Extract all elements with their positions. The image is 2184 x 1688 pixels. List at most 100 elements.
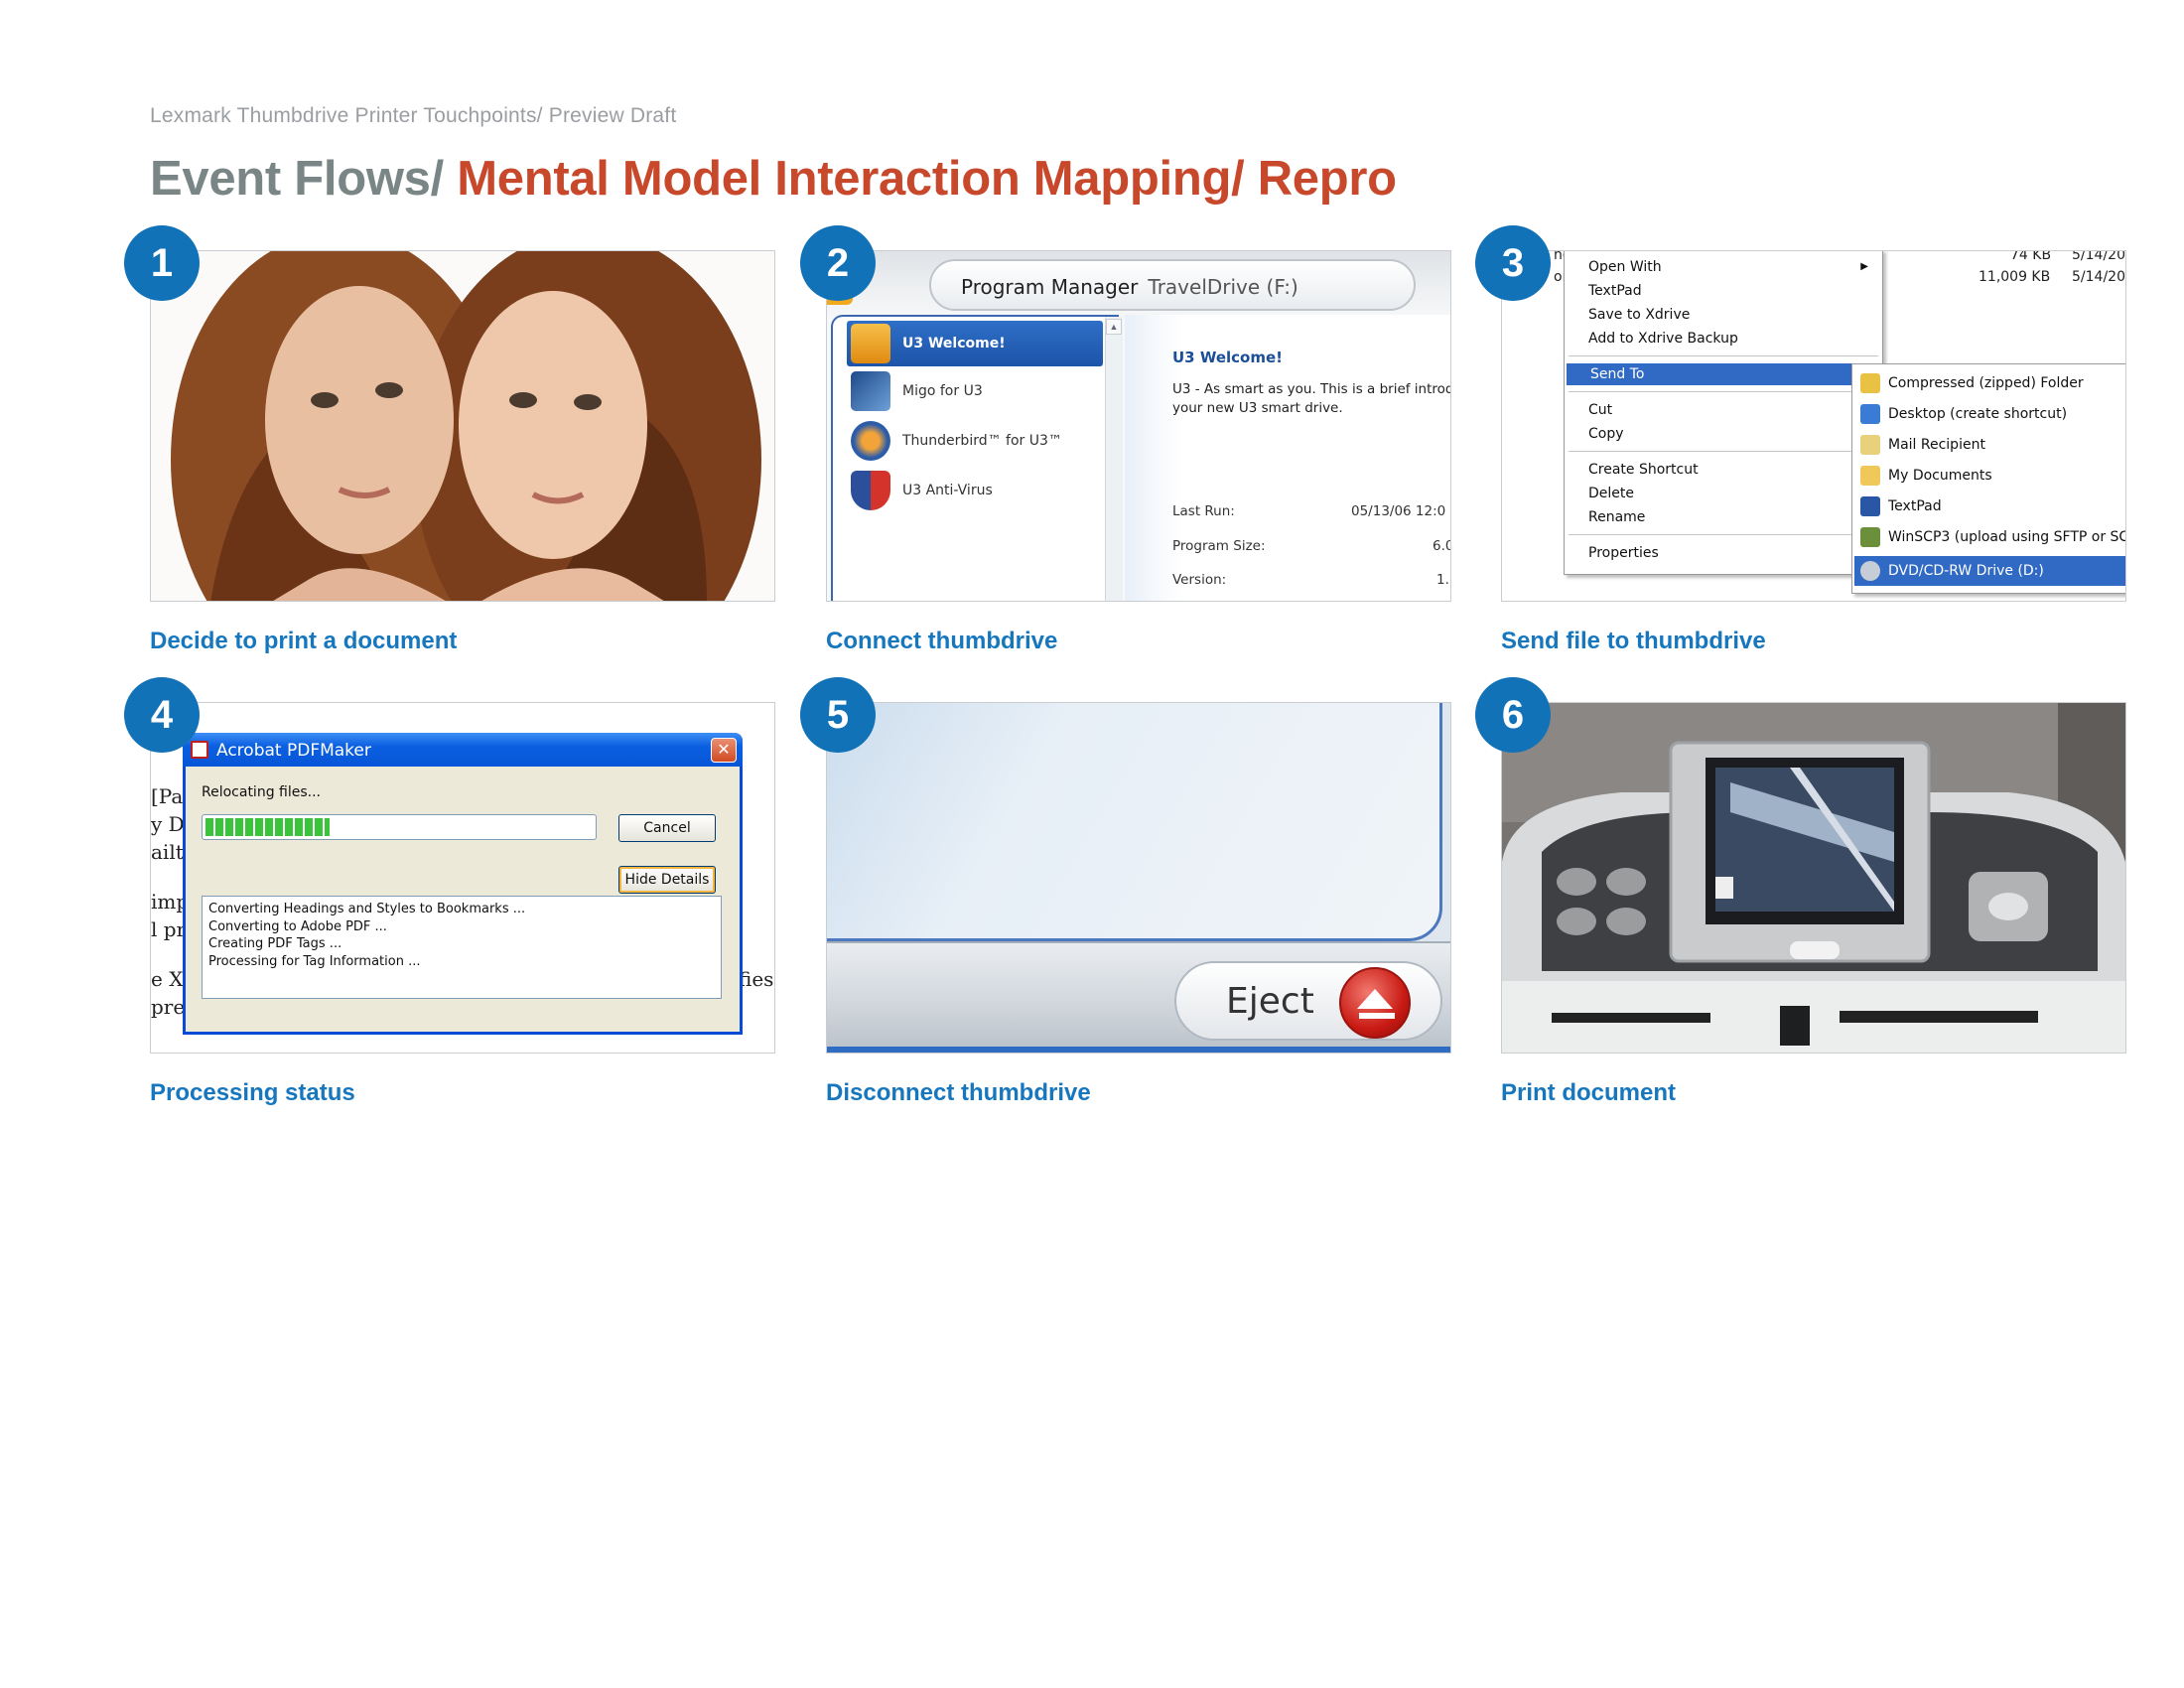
file-date: 5/14/200 (2072, 250, 2125, 263)
shield-icon (851, 471, 890, 510)
log-line: Converting to Adobe PDF ... (208, 918, 387, 934)
program-size-label: Program Size: (1172, 538, 1266, 554)
background-text: e X (151, 967, 184, 991)
menu-separator (1569, 391, 1878, 392)
progress-bar (202, 814, 597, 840)
menu-delete[interactable]: Delete (1565, 483, 1882, 504)
last-run-row: Last Run: 05/13/06 12:0 (1172, 503, 1445, 519)
dialog-titlebar[interactable]: Acrobat PDFMaker ✕ (183, 733, 743, 767)
eject-label: Eject (1226, 981, 1314, 1022)
program-size-row: Program Size: 6.0 (1172, 538, 1450, 554)
program-manager-label: Program Manager (961, 275, 1139, 299)
u3-detail-pane: U3 Welcome! U3 - As smart as you. This i… (1125, 315, 1451, 601)
step-2-badge: 2 (800, 225, 876, 301)
send-to-mail[interactable]: Mail Recipient (1854, 430, 2125, 460)
step-1-caption: Decide to print a document (150, 628, 458, 654)
u3-app-label: U3 Anti-Virus (902, 483, 993, 498)
step-4-caption: Processing status (150, 1079, 355, 1106)
send-to-textpad[interactable]: TextPad (1854, 492, 2125, 521)
u3-app-welcome[interactable]: U3 Welcome! (847, 321, 1103, 366)
send-to-desktop[interactable]: Desktop (create shortcut) (1854, 399, 2125, 429)
context-menu: Open With ▶ TextPad Save to Xdrive Add to… (1564, 251, 1883, 575)
winscp-icon (1860, 527, 1880, 547)
send-to-submenu: Compressed (zipped) Folder Desktop (crea… (1851, 363, 2125, 594)
send-to-zip[interactable]: Compressed (zipped) Folder (1854, 368, 2125, 398)
menu-copy[interactable]: Copy (1565, 423, 1882, 445)
step-4-acrobat-dialog: [Pat y D ailt imp l pre e X pres fies Ac… (150, 702, 775, 1054)
menu-separator (1569, 534, 1878, 535)
acrobat-icon (191, 741, 208, 759)
last-run-value: 05/13/06 12:0 (1351, 503, 1446, 519)
program-manager-bar[interactable]: Program Manager TravelDrive (F:) (929, 259, 1416, 311)
u3-icon (851, 324, 890, 363)
menu-add-to-xdrive-backup[interactable]: Add to Xdrive Backup (1565, 328, 1882, 350)
folder-icon (1860, 466, 1880, 486)
background-text: y D (151, 812, 185, 836)
u3-app-thunderbird[interactable]: Thunderbird™ for U3™ (847, 418, 1103, 464)
page-title: Event Flows/ Mental Model Interaction Ma… (150, 151, 1397, 207)
last-run-label: Last Run: (1172, 503, 1235, 519)
scroll-up-icon[interactable]: ▲ (1106, 319, 1122, 335)
u3-app-migo[interactable]: Migo for U3 (847, 368, 1103, 414)
step-1-photo (150, 250, 775, 602)
dvd-drive-icon (1860, 561, 1880, 581)
step-3-send-to-menu: nde onte 74 KB 5/14/200 11,009 KB 5/14/2… (1501, 250, 2126, 602)
step-1-badge: 1 (124, 225, 200, 301)
menu-rename[interactable]: Rename (1565, 506, 1882, 528)
document-label: Lexmark Thumbdrive Printer Touchpoints/ … (150, 104, 677, 127)
title-part-mental-model: Mental Model Interaction Mapping/ Repro (457, 152, 1397, 206)
step-6-printer-photo (1501, 702, 2126, 1054)
file-size: 11,009 KB (1979, 269, 2051, 285)
menu-create-shortcut[interactable]: Create Shortcut (1565, 459, 1882, 481)
log-line: Converting Headings and Styles to Bookma… (208, 902, 526, 916)
launchpad-screen (827, 703, 1442, 941)
step-3-badge: 3 (1475, 225, 1551, 301)
menu-properties[interactable]: Properties (1565, 542, 1882, 564)
file-date: 5/14/200 (2072, 269, 2125, 285)
menu-textpad[interactable]: TextPad (1565, 280, 1882, 302)
step-6-badge: 6 (1475, 677, 1551, 753)
menu-cut[interactable]: Cut (1565, 399, 1882, 421)
dialog-title: Acrobat PDFMaker (216, 741, 371, 761)
status-label: Relocating files... (202, 784, 321, 800)
u3-app-antivirus[interactable]: U3 Anti-Virus (847, 468, 1103, 513)
u3-app-label: Thunderbird™ for U3™ (902, 433, 1062, 449)
scrollbar[interactable]: ▲ (1105, 317, 1123, 601)
send-to-winscp[interactable]: WinSCP3 (upload using SFTP or SCP (1854, 522, 2125, 552)
menu-save-to-xdrive[interactable]: Save to Xdrive (1565, 304, 1882, 326)
background-text: ailt (151, 840, 184, 864)
u3-app-label: Migo for U3 (902, 383, 983, 399)
program-size-value: 6.0 (1433, 538, 1450, 554)
bottom-accent-line (827, 1047, 1450, 1053)
send-to-dvd-drive[interactable]: DVD/CD-RW Drive (D:) (1854, 556, 2125, 586)
title-part-event-flows: Event Flows/ (150, 152, 444, 206)
step-3-caption: Send file to thumbdrive (1501, 628, 1766, 654)
cancel-button[interactable]: Cancel (618, 814, 716, 842)
detail-description: U3 - As smart as you. This is a brief in… (1172, 381, 1451, 416)
file-size: 74 KB (2010, 250, 2052, 263)
desktop-icon (1860, 404, 1880, 424)
migo-icon (851, 371, 890, 411)
menu-send-to[interactable]: Send To▶ (1567, 363, 1880, 385)
progress-fill (205, 818, 330, 836)
background-text: fies (739, 967, 774, 991)
menu-separator (1569, 451, 1878, 452)
version-label: Version: (1172, 572, 1227, 588)
menu-open-with[interactable]: Open With ▶ (1565, 256, 1882, 278)
drive-label: TravelDrive (F:) (1148, 275, 1298, 299)
textpad-icon (1860, 496, 1880, 516)
photo-printer-image (1502, 703, 2125, 1053)
step-5-eject-screen: Eject (826, 702, 1451, 1054)
version-row: Version: 1.7 (1172, 572, 1450, 588)
details-log: Converting Headings and Styles to Bookma… (202, 896, 722, 999)
step-2-u3-launchpad: Program Manager TravelDrive (F:) U3 Welco… (826, 250, 1451, 602)
eject-button[interactable]: Eject (1174, 961, 1442, 1041)
send-to-my-documents[interactable]: My Documents (1854, 461, 2125, 491)
close-icon[interactable]: ✕ (711, 738, 737, 763)
pdfmaker-dialog: Acrobat PDFMaker ✕ Relocating files... C… (183, 733, 743, 1035)
eject-icon (1339, 967, 1411, 1039)
detail-title: U3 Welcome! (1172, 349, 1284, 366)
u3-app-label: U3 Welcome! (902, 336, 1006, 352)
zip-folder-icon (1860, 373, 1880, 393)
hide-details-button[interactable]: Hide Details (618, 866, 716, 894)
